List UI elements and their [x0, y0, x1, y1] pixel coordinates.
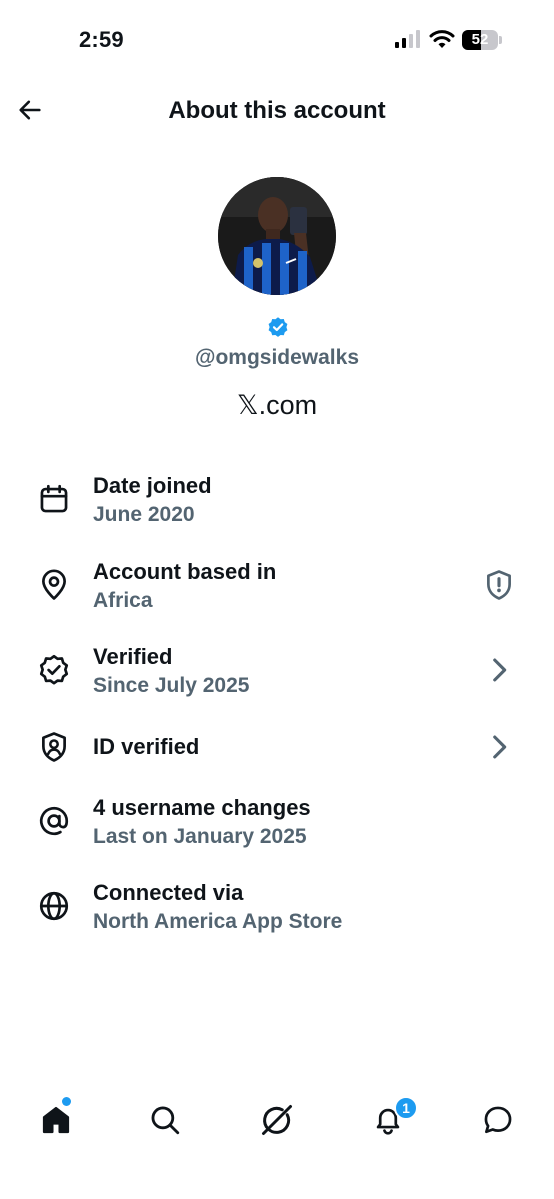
row-title: Date joined [93, 473, 212, 498]
grok-icon [262, 1105, 292, 1135]
detail-row-verified[interactable]: Verified Since July 2025 [0, 641, 554, 711]
home-icon [42, 1106, 70, 1134]
detail-row-id-verified[interactable]: ID verified [0, 713, 554, 783]
detail-row-connected-via: Connected via North America App Store [0, 877, 554, 947]
globe-icon [39, 891, 69, 921]
search-icon [151, 1106, 180, 1135]
row-title: Account based in [93, 559, 277, 584]
row-subtitle: June 2020 [93, 503, 195, 526]
row-subtitle: Africa [93, 589, 153, 612]
detail-row-date-joined: Date joined June 2020 [0, 470, 554, 540]
notification-count-badge: 1 [394, 1096, 418, 1120]
tab-search[interactable] [145, 1100, 185, 1140]
tab-grok[interactable] [257, 1100, 297, 1140]
signal-icon [395, 30, 420, 48]
messages-icon [484, 1106, 512, 1134]
profile-handle: @omgsidewalks [194, 346, 360, 369]
row-subtitle: Last on January 2025 [93, 825, 307, 848]
detail-row-account-based-in[interactable]: Account based in Africa [0, 556, 554, 626]
row-subtitle: North America App Store [93, 910, 343, 933]
at-sign-icon [39, 806, 69, 836]
status-bar: 2:59 52 [0, 0, 554, 80]
shield-alert-icon[interactable] [482, 568, 516, 602]
location-pin-icon [42, 569, 66, 600]
chevron-right-icon[interactable] [482, 653, 516, 687]
tab-home[interactable] [36, 1100, 76, 1140]
calendar-icon [40, 484, 68, 513]
verified-badge-icon [39, 654, 69, 685]
tab-bar: 1 [0, 1080, 554, 1160]
battery-icon: 52 [462, 30, 502, 50]
row-title: ID verified [93, 734, 200, 759]
chevron-right-icon[interactable] [482, 730, 516, 764]
row-title: Verified [93, 644, 173, 669]
tab-messages[interactable] [478, 1100, 518, 1140]
status-time: 2:59 [79, 27, 124, 52]
row-title: 4 username changes [93, 795, 311, 820]
battery-level: 52 [471, 31, 489, 48]
avatar[interactable] [218, 177, 336, 295]
row-title: Connected via [93, 880, 244, 905]
detail-row-username-changes: 4 username changes Last on January 2025 [0, 792, 554, 862]
wifi-icon [429, 30, 455, 48]
id-shield-icon [42, 732, 66, 762]
home-unread-dot [62, 1097, 71, 1106]
row-subtitle: Since July 2025 [93, 674, 250, 697]
page-title: About this account [168, 97, 386, 124]
site-label: 𝕏.com [236, 390, 318, 420]
verified-badge-icon [268, 317, 288, 337]
